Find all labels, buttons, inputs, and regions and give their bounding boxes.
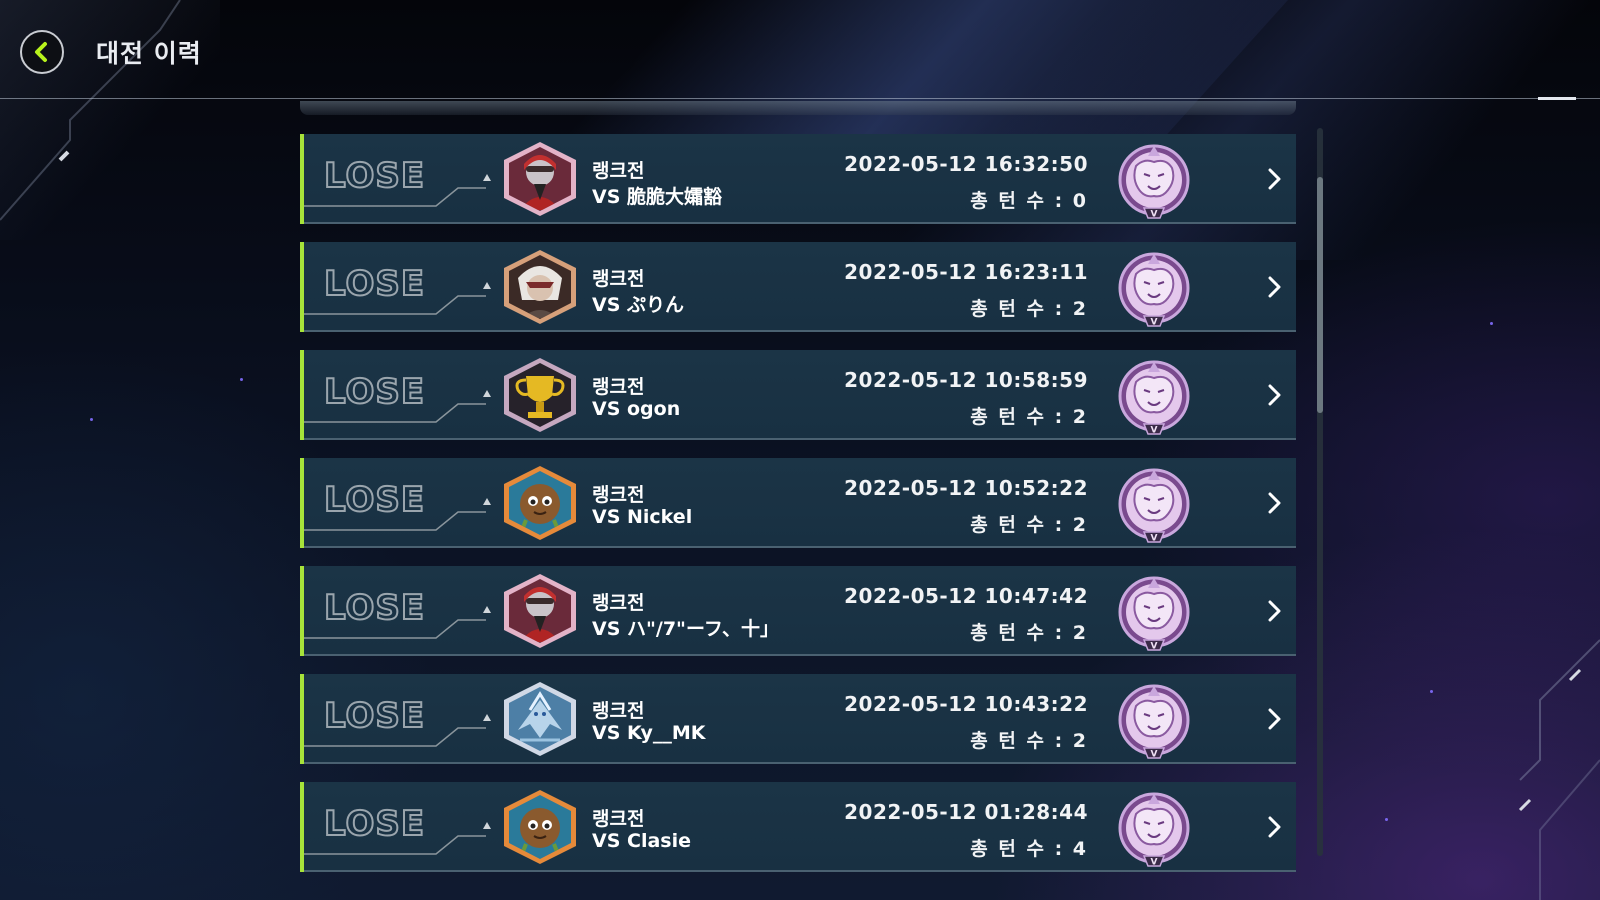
duel-mode: 랭크전 <box>592 376 645 398</box>
chevron-right-icon[interactable] <box>1266 272 1284 302</box>
page-title: 대전 이력 <box>96 39 202 68</box>
chevron-right-icon[interactable] <box>1266 380 1284 410</box>
result-label: LOSE <box>323 263 426 305</box>
rank-emblem-icon: V <box>1114 680 1194 760</box>
chevron-left-icon <box>35 42 47 62</box>
opponent-name: VS ogon <box>592 398 681 420</box>
duel-datetime: 2022-05-12 10:47:42 <box>844 584 1088 608</box>
duel-history-list: LOSE 랭크전 VS 脆脆大孀豁 2022-05-12 16:32:50 총 턴 수 … <box>300 134 1296 900</box>
total-turns: 총 턴 수 : 2 <box>970 298 1088 320</box>
kuriboh-avatar <box>500 788 580 866</box>
total-turns: 총 턴 수 : 2 <box>970 406 1088 428</box>
total-turns: 총 턴 수 : 0 <box>970 190 1088 212</box>
chevron-right-icon[interactable] <box>1266 596 1284 626</box>
duel-datetime: 2022-05-12 10:52:22 <box>844 476 1088 500</box>
star-dot <box>90 418 93 421</box>
white-hair-avatar <box>500 248 580 326</box>
rank-emblem-icon: V <box>1114 356 1194 436</box>
duel-mode: 랭크전 <box>592 160 645 182</box>
back-button[interactable] <box>20 30 64 74</box>
star-dot <box>1430 690 1433 693</box>
duel-mode: 랭크전 <box>592 700 645 722</box>
duel-mode: 랭크전 <box>592 484 645 506</box>
opponent-name: VS Clasie <box>592 830 691 852</box>
duel-datetime: 2022-05-12 16:23:11 <box>844 260 1088 284</box>
result-label: LOSE <box>323 695 426 737</box>
opponent-name: VS ハ"/7"ーフ、十」 <box>592 618 780 640</box>
duel-mode: 랭크전 <box>592 592 645 614</box>
gold-trophy-avatar <box>500 356 580 434</box>
result-label: LOSE <box>323 587 426 629</box>
duel-datetime: 2022-05-12 10:58:59 <box>844 368 1088 392</box>
rank-emblem-icon: V <box>1114 248 1194 328</box>
duel-datetime: 2022-05-12 01:28:44 <box>844 800 1088 824</box>
red-helmet-avatar <box>500 572 580 650</box>
total-turns: 총 턴 수 : 2 <box>970 622 1088 644</box>
svg-text:V: V <box>1151 858 1158 868</box>
result-label: LOSE <box>323 371 426 413</box>
duel-datetime: 2022-05-12 10:43:22 <box>844 692 1088 716</box>
chevron-right-icon[interactable] <box>1266 488 1284 518</box>
star-dot <box>1490 322 1493 325</box>
opponent-name: VS ぷりん <box>592 294 685 316</box>
header: 대전 이력 <box>0 0 1600 100</box>
total-turns: 총 턴 수 : 2 <box>970 514 1088 536</box>
svg-text:V: V <box>1151 426 1158 436</box>
svg-text:V: V <box>1151 750 1158 760</box>
star-dot <box>1385 818 1388 821</box>
duel-mode: 랭크전 <box>592 808 645 830</box>
rank-emblem-icon: V <box>1114 140 1194 220</box>
result-label: LOSE <box>323 803 426 845</box>
red-helmet-avatar <box>500 140 580 218</box>
chevron-right-icon[interactable] <box>1266 164 1284 194</box>
duel-history-row[interactable]: LOSE 랭크전 VS ogon 2022-05-12 10:58:59 총 턴 수 :… <box>300 350 1296 440</box>
duel-history-row[interactable]: LOSE 랭크전 VS Ky__MK 2022-05-12 10:43:22 총 턴 수… <box>300 674 1296 764</box>
total-turns: 총 턴 수 : 2 <box>970 730 1088 752</box>
duel-history-row[interactable]: LOSE 랭크전 VS ハ"/7"ーフ、十」 2022-05-12 10:47:42 총… <box>300 566 1296 656</box>
blue-dragon-avatar <box>500 680 580 758</box>
chevron-right-icon[interactable] <box>1266 812 1284 842</box>
result-label: LOSE <box>323 155 426 197</box>
result-label: LOSE <box>323 479 426 521</box>
svg-text:V: V <box>1151 534 1158 544</box>
opponent-name: VS Ky__MK <box>592 722 706 744</box>
opponent-name: VS Nickel <box>592 506 693 528</box>
rank-emblem-icon: V <box>1114 788 1194 868</box>
star-dot <box>240 378 243 381</box>
chevron-right-icon[interactable] <box>1266 704 1284 734</box>
svg-text:V: V <box>1151 318 1158 328</box>
header-divider-accent <box>1538 97 1576 100</box>
duel-datetime: 2022-05-12 16:32:50 <box>844 152 1088 176</box>
kuriboh-avatar <box>500 464 580 542</box>
list-top-edge <box>300 101 1296 115</box>
opponent-name: VS 脆脆大孀豁 <box>592 186 723 208</box>
duel-mode: 랭크전 <box>592 268 645 290</box>
svg-text:V: V <box>1151 642 1158 652</box>
duel-history-row[interactable]: LOSE 랭크전 VS 脆脆大孀豁 2022-05-12 16:32:50 총 턴 수 … <box>300 134 1296 224</box>
screen: 대전 이력 LOSE 랭크전 VS 脆脆大孀豁 2022-05-12 16:32:50… <box>0 0 1600 900</box>
duel-history-row[interactable]: LOSE 랭크전 VS Nickel 2022-05-12 10:52:22 총 턴 수… <box>300 458 1296 548</box>
header-divider <box>0 98 1600 99</box>
rank-emblem-icon: V <box>1114 572 1194 652</box>
rank-emblem-icon: V <box>1114 464 1194 544</box>
duel-history-row[interactable]: LOSE 랭크전 VS Clasie 2022-05-12 01:28:44 총 턴 수… <box>300 782 1296 872</box>
total-turns: 총 턴 수 : 4 <box>970 838 1088 860</box>
scrollbar-thumb[interactable] <box>1317 177 1323 414</box>
svg-text:V: V <box>1151 210 1158 220</box>
duel-history-row[interactable]: LOSE 랭크전 VS ぷりん 2022-05-12 16:23:11 총 턴 수 : … <box>300 242 1296 332</box>
